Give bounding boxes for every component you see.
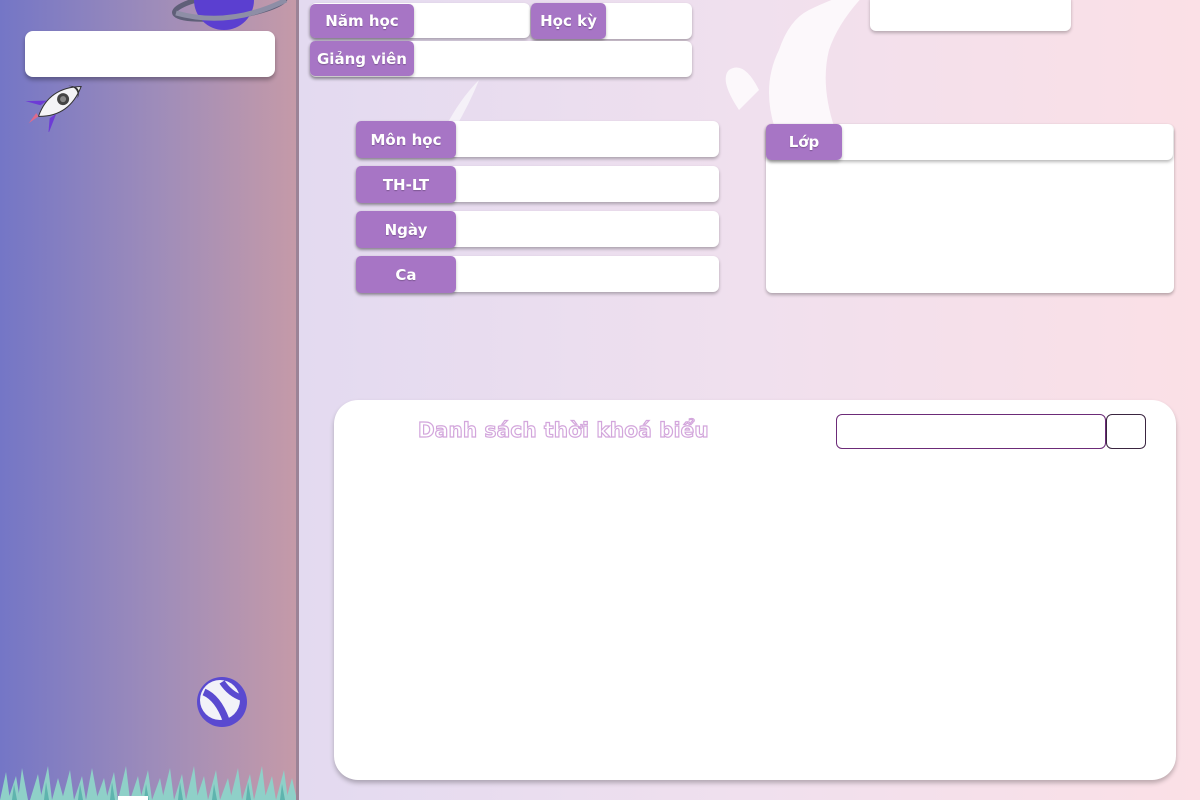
mon-hoc-label: Môn học — [356, 121, 456, 158]
account-box — [870, 0, 1071, 31]
main-content: Năm học Học kỳ Giảng viên Môn học TH-LT … — [299, 0, 1200, 800]
timetable-panel: Danh sách thời khoá biểu — [334, 400, 1176, 780]
sidebar — [0, 0, 297, 800]
ball-icon — [197, 677, 247, 727]
panel-title: Danh sách thời khoá biểu — [417, 417, 709, 442]
lop-label: Lớp — [766, 124, 842, 160]
nam-hoc-label: Năm học — [310, 4, 414, 38]
search-input[interactable] — [836, 414, 1106, 449]
ngay-label: Ngày — [356, 211, 456, 248]
search-button[interactable] — [1106, 414, 1146, 449]
ca-label: Ca — [356, 256, 456, 293]
hoc-ky-label: Học kỳ — [531, 3, 606, 39]
th-lt-label: TH-LT — [356, 166, 456, 203]
giang-vien-label: Giảng viên — [310, 41, 414, 76]
user-info-box — [25, 31, 275, 77]
grass-decoration — [0, 766, 297, 800]
rocket-icon — [25, 85, 82, 132]
bunny-decoration — [725, 0, 860, 140]
planet-icon — [172, 0, 288, 30]
